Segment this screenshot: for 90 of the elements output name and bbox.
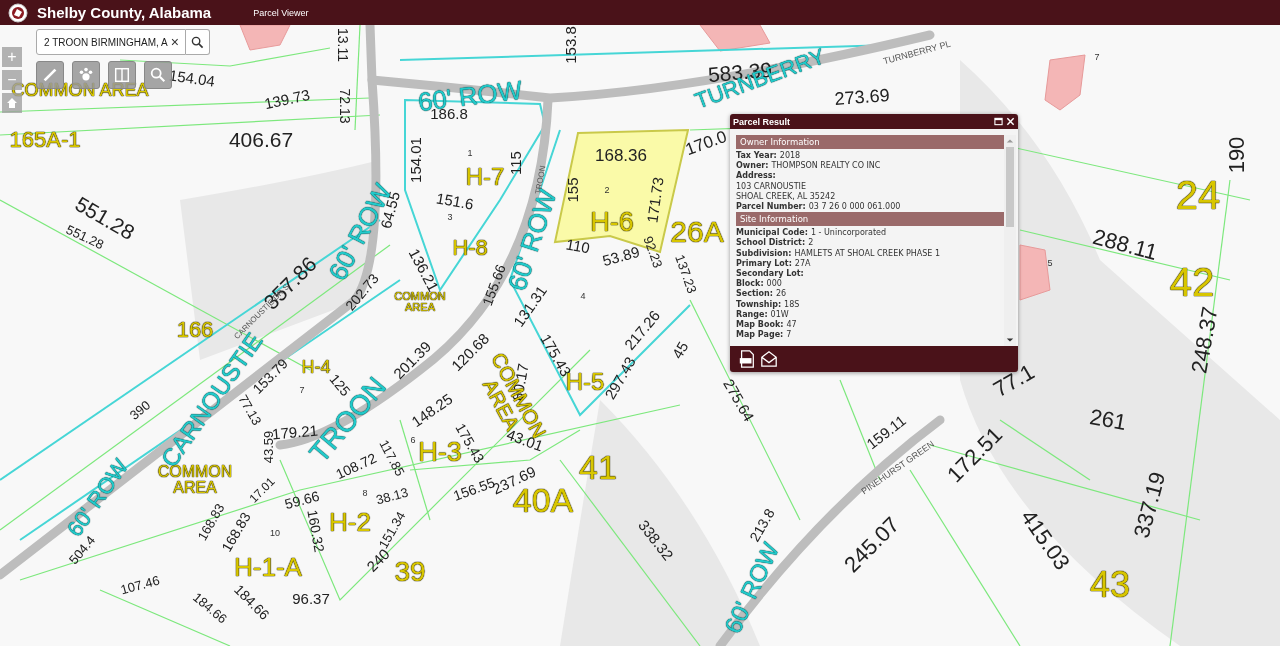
dimension-label: 337.19 (1130, 469, 1170, 541)
lot-label: 41 (579, 450, 617, 484)
dimension-label: 13.11 (336, 28, 350, 62)
dimension-label: 406.67 (228, 128, 294, 150)
lot-label: H-6 (590, 208, 634, 236)
lot-number-label: 3 (447, 212, 453, 222)
lot-label: 165A-1 (9, 129, 81, 151)
dimension-label: 92.23 (641, 234, 665, 270)
dimension-label: 171.73 (644, 176, 666, 224)
dimension-label: 107.46 (119, 573, 161, 597)
field-label: Block: (736, 279, 764, 289)
field-value: 27A (794, 258, 811, 268)
dimension-label: 168.36 (595, 146, 647, 164)
lot-label: 26A (670, 217, 724, 247)
field-value: 2 (808, 238, 814, 248)
dimension-label: 110 (564, 236, 592, 256)
dimension-label: 38.13 (374, 485, 410, 507)
app-subtitle: Parcel Viewer (253, 7, 309, 18)
lot-number-label: 7 (1094, 52, 1100, 62)
dimension-label: 139.73 (263, 86, 311, 112)
lot-number-label: 8 (362, 488, 368, 498)
field-label: Section: (736, 289, 773, 299)
dimension-label: 261 (1088, 406, 1128, 434)
dimension-label: 151.6 (435, 190, 475, 212)
field-label: Owner: (736, 161, 769, 171)
address-search-field[interactable]: 2 TROON BIRMINGHAM, A × (36, 29, 186, 55)
dimension-label: 288.11 (1090, 225, 1160, 265)
dimension-label: 77.1 (989, 360, 1039, 402)
lot-number-label: 4 (580, 291, 586, 301)
field-label: Map Page: (736, 330, 784, 340)
lot-number-label: 2 (604, 185, 610, 195)
dimension-label: 154.04 (168, 67, 216, 89)
lot-number-label: 6 (410, 435, 416, 445)
dimension-label: 154.01 (407, 137, 423, 183)
dimension-label: 248.37 (1188, 304, 1222, 376)
lot-label: H-4 (301, 358, 331, 376)
lot-number-label: 7 (299, 385, 305, 395)
field-label: Municipal Code: (736, 228, 808, 238)
field-value: 01W (770, 309, 789, 319)
dimension-label: 190 (1226, 136, 1248, 174)
lot-number-label: 5 (1047, 258, 1053, 268)
lot-label: H-1-A (234, 554, 302, 580)
field-value: THOMPSON REALTY CO INC (771, 161, 881, 171)
lot-label: 42 (1169, 262, 1215, 302)
dimension-label: 153.8 (562, 26, 578, 64)
dimension-label: 390 (127, 398, 153, 422)
lot-number-label: 10 (270, 528, 280, 538)
field-label: Address: (736, 171, 776, 181)
dimension-label: 115 (507, 151, 523, 175)
lot-label: 43 (1090, 567, 1130, 603)
field-value: 03 7 26 0 000 061.000 (808, 202, 901, 211)
field-value: 000 (766, 279, 782, 289)
field-value: 2018 (779, 151, 801, 160)
dimension-label: 170.0 (683, 127, 729, 159)
lot-label: COMMON AREA (393, 291, 447, 313)
field-label: Map Book: (736, 320, 784, 330)
field-value: HAMLETS AT SHOAL CREEK PHASE 1 (794, 248, 941, 258)
dimension-label: 155 (564, 177, 580, 203)
field-value: 18S (784, 299, 800, 309)
dimension-label: 72.13 (338, 88, 352, 124)
field-label: Primary Lot: (736, 258, 792, 268)
lot-label: H-2 (329, 509, 371, 535)
lot-label: 39 (394, 558, 426, 586)
app-title: Shelby County, Alabama (37, 4, 212, 21)
field-label: Tax Year: (736, 151, 777, 160)
field-label: Range: (736, 309, 768, 319)
dimension-label: 155.66 (480, 262, 508, 308)
clear-button[interactable]: × (170, 34, 179, 50)
lot-label: H-7 (465, 165, 505, 189)
dimension-label: 137.23 (673, 253, 699, 295)
field-label: School District: (736, 238, 806, 248)
dimension-label: 53.89 (600, 243, 642, 269)
field-value: 103 CARNOUSTIE (736, 181, 806, 191)
dimension-label: 273.69 (833, 86, 891, 108)
field-value: 7 (786, 330, 792, 340)
field-label: Secondary Lot: (736, 269, 804, 279)
dimension-label: 45 (669, 339, 691, 361)
section-heading: Owner Information (736, 135, 1004, 149)
popup-title: Parcel Result (733, 116, 792, 127)
field-value: SHOAL CREEK, AL 35242 (736, 191, 836, 201)
field-value: 47 (786, 320, 797, 330)
field-label: Parcel Number: (736, 202, 806, 211)
lot-label: 24 (1175, 175, 1221, 215)
field-label: Subdivision: (736, 248, 792, 258)
field-value: 1 - Unincorporated (810, 228, 887, 238)
field-value: 26 (775, 289, 787, 299)
dimension-label: 96.37 (292, 590, 330, 606)
section-heading: Site Information (736, 212, 1004, 227)
lot-number-label: 1 (467, 148, 473, 158)
field-label: Township: (736, 299, 782, 309)
